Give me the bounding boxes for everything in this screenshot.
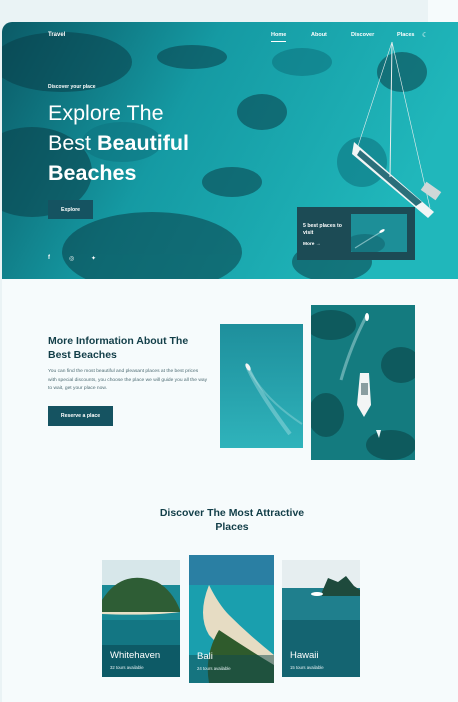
card-title: Bali <box>197 651 213 662</box>
landing-page: Travel Home About Discover Places ☾ Disc… <box>2 22 458 702</box>
discover-title: Discover The Most Attractive Places <box>159 507 305 533</box>
nav-about[interactable]: About <box>311 32 327 38</box>
card-subtitle: 32 tours available <box>110 665 144 670</box>
hero-section: Travel Home About Discover Places ☾ Disc… <box>2 22 458 279</box>
place-card-whitehaven[interactable]: Whitehaven 32 tours available <box>102 560 180 677</box>
twitter-icon[interactable]: ✦ <box>91 255 96 262</box>
yacht-aerial-image <box>311 305 415 460</box>
speedboat-aerial-image <box>220 324 303 448</box>
page-corner <box>428 0 458 22</box>
card-subtitle: 24 tours available <box>197 666 231 671</box>
place-card-hawaii[interactable]: Hawaii 15 tours available <box>282 560 360 677</box>
instagram-icon[interactable]: ◎ <box>69 255 74 262</box>
best-places-text: 5 best places to visit <box>303 223 342 236</box>
nav-home[interactable]: Home <box>271 32 287 42</box>
hero-title: Explore The Best Beautiful Beaches <box>48 98 248 188</box>
hero-eyebrow: Discover your place <box>48 84 96 90</box>
more-link[interactable]: More → <box>303 242 321 247</box>
info-title: More Information About The Best Beaches <box>48 335 189 361</box>
best-places-card[interactable]: 5 best places to visit More → <box>297 207 415 260</box>
moon-icon[interactable]: ☾ <box>422 31 428 39</box>
hero-title-line1: Explore The <box>48 101 164 125</box>
facebook-icon[interactable]: f <box>48 255 50 261</box>
info-text: You can find the most beautiful and plea… <box>48 369 208 392</box>
card-subtitle: 15 tours available <box>290 665 324 670</box>
brand-logo[interactable]: Travel <box>48 32 65 38</box>
hero-title-line2a: Best <box>48 131 97 155</box>
reserve-button[interactable]: Reserve a place <box>48 406 113 426</box>
boat-thumbnail-image <box>351 214 407 252</box>
bali-image <box>189 555 274 683</box>
explore-button[interactable]: Explore <box>48 200 93 219</box>
card-title: Hawaii <box>290 650 319 661</box>
nav-places[interactable]: Places <box>397 32 414 38</box>
place-card-bali[interactable]: Bali 24 tours available <box>189 555 274 683</box>
nav-discover[interactable]: Discover <box>351 32 374 38</box>
hero-title-line3: Beaches <box>48 161 137 185</box>
card-title: Whitehaven <box>110 650 161 661</box>
hero-title-line2b: Beautiful <box>97 131 189 155</box>
